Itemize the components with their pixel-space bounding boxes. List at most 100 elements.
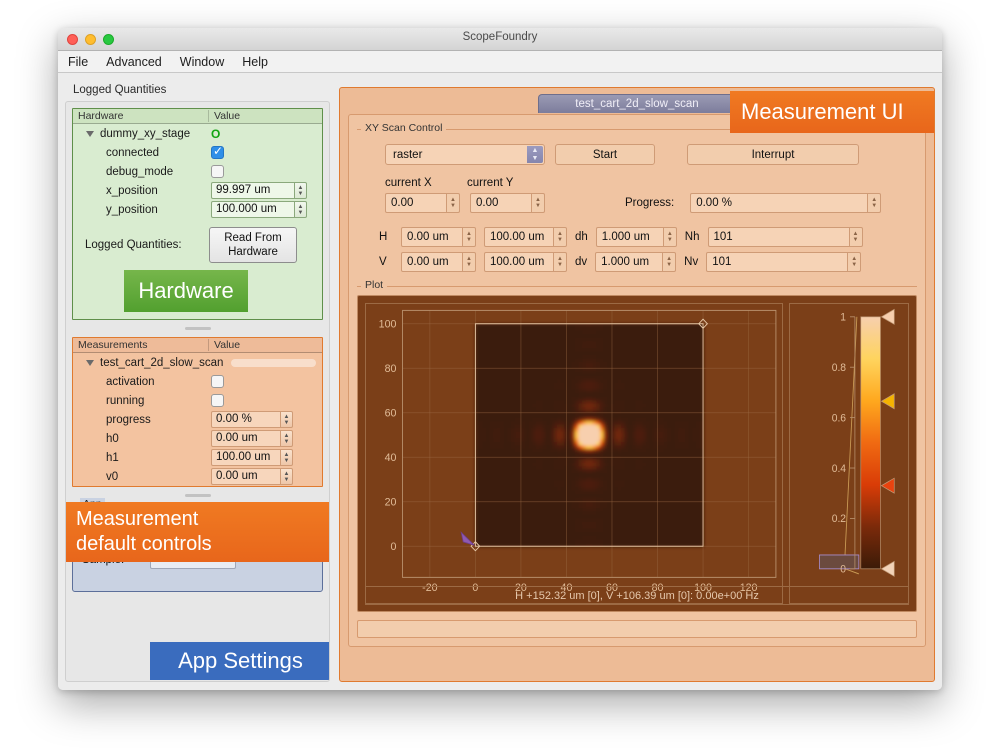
hardware-group-label: dummy_xy_stage <box>100 127 191 140</box>
panel-splitter[interactable] <box>72 325 323 332</box>
stepper-icon[interactable]: ▲ ▼ <box>554 227 567 247</box>
table-row[interactable]: running <box>73 391 322 410</box>
h0-value[interactable]: 0.00 um <box>211 430 281 447</box>
y-position-spinbox[interactable]: 100.000 um ▲ ▼ <box>211 201 307 218</box>
table-row[interactable]: v0 0.00 um ▲ ▼ <box>73 467 322 486</box>
h-start-value[interactable]: 0.00 um <box>401 227 463 247</box>
stepper-icon[interactable]: ▲ ▼ <box>663 227 677 247</box>
menu-item-help[interactable]: Help <box>242 55 268 69</box>
v-start-spinbox[interactable]: 0.00 um ▲ ▼ <box>401 252 476 272</box>
measurements-group-row[interactable]: test_cart_2d_slow_scan <box>73 353 322 372</box>
debug-mode-checkbox[interactable] <box>211 165 224 178</box>
table-row[interactable]: h0 0.00 um ▲ ▼ <box>73 429 322 448</box>
nh-spinbox[interactable]: 101 ▲ ▼ <box>707 227 863 247</box>
panel-splitter-2[interactable] <box>72 492 323 499</box>
h1-spinbox[interactable]: 100.00 um ▲ ▼ <box>211 449 293 466</box>
menu-item-file[interactable]: File <box>68 55 88 69</box>
colorbar-svg[interactable]: 0 0.2 0.4 0.6 0.8 1 <box>790 304 908 603</box>
scan-pattern-select[interactable]: raster ▲ ▼ <box>385 144 545 165</box>
histogram-region <box>819 554 860 570</box>
interrupt-button[interactable]: Interrupt <box>687 144 859 165</box>
y-position-value[interactable]: 100.000 um <box>211 201 295 218</box>
stepper-icon[interactable]: ▲ ▼ <box>281 430 293 447</box>
heatmap-cells <box>475 323 704 547</box>
stepper-icon[interactable]: ▲ ▼ <box>281 449 293 466</box>
h1-value[interactable]: 100.00 um <box>211 449 281 466</box>
v0-value[interactable]: 0.00 um <box>211 468 281 485</box>
h0-spinbox[interactable]: 0.00 um ▲ ▼ <box>211 430 293 447</box>
start-button[interactable]: Start <box>555 144 655 165</box>
table-row[interactable]: v1 100.00 um ▲▼ <box>73 486 322 487</box>
connected-checkbox[interactable] <box>211 144 224 159</box>
svg-text:0.6: 0.6 <box>832 412 846 424</box>
measurements-tree[interactable]: Measurements Value test_cart_2d_slow_sca… <box>72 337 323 487</box>
annotation-line-1: Measurement <box>76 508 199 530</box>
progress-value[interactable]: 0.00 % <box>211 411 281 428</box>
nv-spinbox[interactable]: 101 ▲ ▼ <box>706 252 862 272</box>
row-label: v0 <box>106 470 119 483</box>
v0-spinbox[interactable]: 0.00 um ▲ ▼ <box>211 468 293 485</box>
stepper-icon[interactable]: ▲ ▼ <box>463 227 476 247</box>
stepper-icon[interactable]: ▲ ▼ <box>849 227 863 247</box>
running-checkbox[interactable] <box>211 394 224 407</box>
measurements-column-name: Measurements <box>73 339 209 351</box>
progress-spinbox[interactable]: 0.00 % ▲ ▼ <box>211 411 293 428</box>
stepper-icon[interactable]: ▲ ▼ <box>281 411 293 428</box>
table-row[interactable]: x_position 99.997 um ▲ ▼ <box>73 181 322 200</box>
stepper-icon[interactable]: ▲ ▼ <box>295 201 307 218</box>
plot-box[interactable]: -20 0 20 40 60 80 100 120 0 20 40 60 80 100 0 0.2 0.4 0.… <box>357 295 917 612</box>
nv-value[interactable]: 101 <box>706 252 849 272</box>
x-position-value[interactable]: 99.997 um <box>211 182 295 199</box>
menu-item-advanced[interactable]: Advanced <box>106 55 162 69</box>
current-y-spinbox[interactable]: 0.00 ▲ ▼ <box>470 193 545 213</box>
tab-test-cart-2d-slow-scan[interactable]: test_cart_2d_slow_scan <box>538 94 736 113</box>
chevron-down-icon[interactable] <box>86 359 94 366</box>
current-x-value[interactable]: 0.00 <box>385 193 447 213</box>
menu-item-window[interactable]: Window <box>180 55 224 69</box>
stepper-icon[interactable]: ▲ ▼ <box>554 252 567 272</box>
stepper-icon[interactable]: ▲ ▼ <box>447 193 460 213</box>
current-y-value[interactable]: 0.00 <box>470 193 532 213</box>
h-stop-value[interactable]: 100.00 um <box>484 227 554 247</box>
activation-checkbox[interactable] <box>211 375 224 388</box>
measurements-group-value-cell <box>223 358 322 367</box>
table-row[interactable]: progress 0.00 % ▲ ▼ <box>73 410 322 429</box>
chevron-updown-icon[interactable]: ▲ ▼ <box>527 146 543 163</box>
stepper-icon[interactable]: ▲ ▼ <box>848 252 862 272</box>
x-position-spinbox[interactable]: 99.997 um ▲ ▼ <box>211 182 307 199</box>
dh-value[interactable]: 1.000 um <box>595 227 664 247</box>
stepper-icon[interactable]: ▲ ▼ <box>295 182 307 199</box>
table-row[interactable]: h1 100.00 um ▲ ▼ <box>73 448 322 467</box>
table-row[interactable]: activation <box>73 372 322 391</box>
dv-value[interactable]: 1.000 um <box>595 252 664 272</box>
row-label: progress <box>106 413 151 426</box>
colorbar-panel[interactable]: 0 0.2 0.4 0.6 0.8 1 <box>789 303 909 604</box>
stepper-icon[interactable]: ▲ ▼ <box>868 193 882 213</box>
heatmap-plot[interactable]: -20 0 20 40 60 80 100 120 0 20 40 60 80 100 <box>365 303 783 604</box>
row-value: 0.00 um ▲ ▼ <box>209 468 322 485</box>
h-start-spinbox[interactable]: 0.00 um ▲ ▼ <box>401 227 476 247</box>
v-stop-value[interactable]: 100.00 um <box>484 252 554 272</box>
dh-spinbox[interactable]: 1.000 um ▲ ▼ <box>595 227 677 247</box>
hardware-group-row[interactable]: dummy_xy_stage O <box>73 124 322 143</box>
progress-value-main[interactable]: 0.00 % <box>690 193 869 213</box>
table-row[interactable]: connected <box>73 143 322 162</box>
stepper-icon[interactable]: ▲ ▼ <box>463 252 476 272</box>
table-row[interactable]: y_position 100.000 um ▲ ▼ <box>73 200 322 219</box>
hardware-group-value-cell: O <box>209 128 322 140</box>
v-start-value[interactable]: 0.00 um <box>401 252 463 272</box>
current-x-spinbox[interactable]: 0.00 ▲ ▼ <box>385 193 460 213</box>
progress-spinbox-main[interactable]: 0.00 % ▲ ▼ <box>690 193 882 213</box>
stepper-icon[interactable]: ▲ ▼ <box>281 468 293 485</box>
table-row[interactable]: debug_mode <box>73 162 322 181</box>
chevron-down-icon[interactable] <box>86 130 94 137</box>
v-stop-spinbox[interactable]: 100.00 um ▲ ▼ <box>484 252 567 272</box>
nh-value[interactable]: 101 <box>707 227 850 247</box>
xy-scan-control-legend: XY Scan Control <box>361 122 447 134</box>
stepper-icon[interactable]: ▲ ▼ <box>532 193 545 213</box>
stepper-icon[interactable]: ▲ ▼ <box>663 252 677 272</box>
heatmap-svg[interactable]: -20 0 20 40 60 80 100 120020406080100 <box>366 304 782 603</box>
h-stop-spinbox[interactable]: 100.00 um ▲ ▼ <box>484 227 567 247</box>
dv-spinbox[interactable]: 1.000 um ▲ ▼ <box>595 252 677 272</box>
read-from-hardware-button[interactable]: Read From Hardware <box>209 227 297 263</box>
